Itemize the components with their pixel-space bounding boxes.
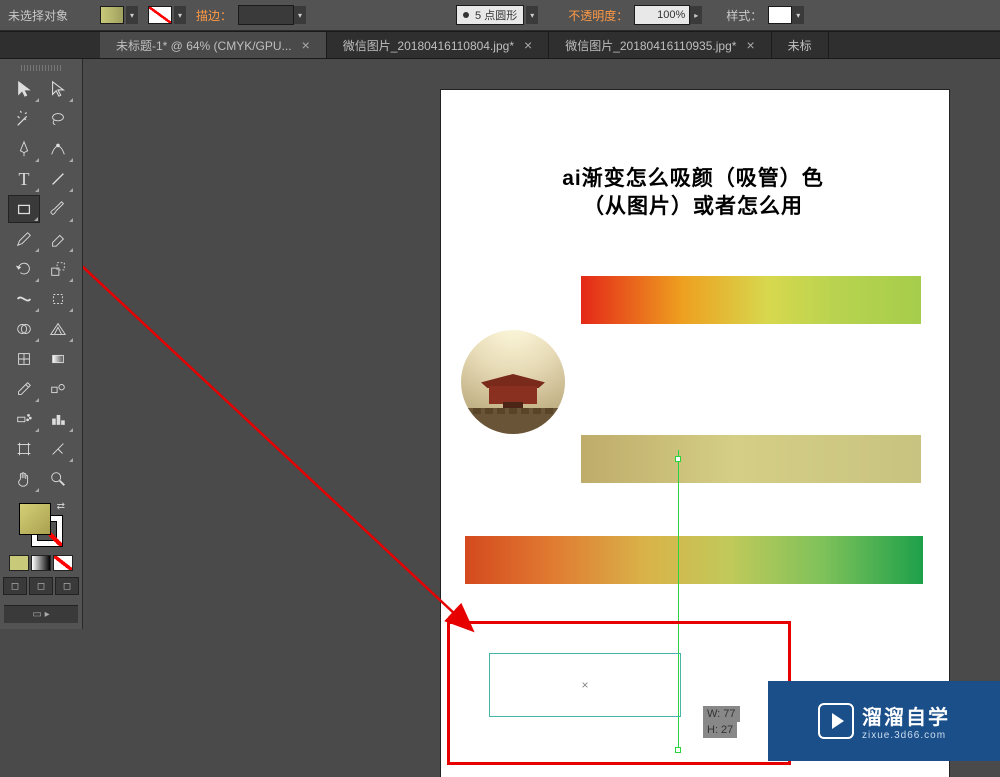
dimension-tooltip-h: H: 27 bbox=[703, 722, 737, 738]
gradient-bar-3 bbox=[465, 536, 923, 584]
artboard: ai渐变怎么吸颜（吸管）色 （从图片）或者怎么用 × W: 77 H: 27 bbox=[441, 90, 949, 777]
hand-tool[interactable] bbox=[8, 465, 40, 493]
artboard-title-2: （从图片）或者怎么用 bbox=[473, 190, 913, 220]
direct-selection-tool[interactable] bbox=[42, 75, 74, 103]
selection-tool[interactable] bbox=[8, 75, 40, 103]
brush-profile[interactable]: 5 点圆形 bbox=[456, 5, 524, 25]
type-tool[interactable]: T bbox=[8, 165, 40, 193]
stroke-label: 描边： bbox=[196, 7, 232, 24]
fill-color-big[interactable] bbox=[19, 503, 51, 535]
watermark-logo: 溜溜自学 zixue.3d66.com bbox=[768, 681, 1000, 761]
style-swatch[interactable] bbox=[768, 6, 792, 24]
stroke-weight-dropdown[interactable]: ▾ bbox=[294, 6, 306, 24]
sample-image-circle bbox=[461, 330, 565, 434]
pen-tool[interactable] bbox=[8, 135, 40, 163]
gradient-tool[interactable] bbox=[42, 345, 74, 373]
draw-normal[interactable]: ◻ bbox=[3, 577, 27, 595]
close-icon[interactable]: × bbox=[302, 37, 310, 53]
canvas-area[interactable]: ai渐变怎么吸颜（吸管）色 （从图片）或者怎么用 × W: 77 H: 27 bbox=[83, 59, 1000, 777]
line-segment-tool[interactable] bbox=[42, 165, 74, 193]
lasso-tool[interactable] bbox=[42, 105, 74, 133]
gradient-bar-2 bbox=[581, 435, 921, 483]
rectangle-tool[interactable] bbox=[8, 195, 40, 223]
watermark-url: zixue.3d66.com bbox=[862, 730, 950, 741]
scale-tool[interactable] bbox=[42, 255, 74, 283]
draw-inside[interactable]: ◻ bbox=[55, 577, 79, 595]
opacity-input[interactable]: 100% bbox=[634, 5, 690, 25]
eyedropper-tool[interactable] bbox=[8, 375, 40, 403]
doc-tab-label: 未标 bbox=[788, 37, 812, 54]
blend-tool[interactable] bbox=[42, 375, 74, 403]
slice-tool[interactable] bbox=[42, 435, 74, 463]
guide-handle bbox=[675, 456, 681, 462]
width-tool[interactable] bbox=[8, 285, 40, 313]
gradient-bar-1 bbox=[581, 276, 921, 324]
dimension-tooltip-w: W: 77 bbox=[703, 706, 740, 722]
opacity-dropdown[interactable]: ▸ bbox=[690, 6, 702, 24]
swap-fill-stroke-icon[interactable]: ⇄ bbox=[57, 501, 65, 512]
stroke-weight-input[interactable] bbox=[238, 5, 294, 25]
guide-handle bbox=[675, 747, 681, 753]
play-icon bbox=[818, 703, 854, 739]
screen-mode-row: ◻ ◻ ◻ bbox=[3, 577, 79, 595]
stroke-dropdown[interactable]: ▾ bbox=[174, 6, 186, 24]
artboard-tool[interactable] bbox=[8, 435, 40, 463]
doc-tab-1[interactable]: 未标题-1* @ 64% (CMYK/GPU... × bbox=[100, 32, 327, 58]
pencil-tool[interactable] bbox=[8, 225, 40, 253]
fill-stroke-indicator[interactable]: ⇄ bbox=[19, 503, 63, 547]
doc-tab-3[interactable]: 微信图片_20180416110935.jpg* × bbox=[549, 32, 771, 58]
style-dropdown[interactable]: ▾ bbox=[792, 6, 804, 24]
color-mode-none[interactable] bbox=[53, 555, 73, 571]
tools-panel: T ⇄ bbox=[0, 59, 83, 629]
color-mode-row bbox=[9, 555, 73, 571]
fill-swatch[interactable] bbox=[100, 6, 124, 24]
zoom-tool[interactable] bbox=[42, 465, 74, 493]
magic-wand-tool[interactable] bbox=[8, 105, 40, 133]
screen-mode-button[interactable]: ▭ ▸ bbox=[4, 605, 78, 623]
fill-dropdown[interactable]: ▾ bbox=[126, 6, 138, 24]
doc-tab-label: 微信图片_20180416110804.jpg* bbox=[343, 37, 514, 54]
color-mode-solid[interactable] bbox=[9, 555, 29, 571]
opacity-label: 不透明度： bbox=[568, 7, 628, 24]
profile-dot-icon bbox=[463, 12, 469, 18]
eraser-tool[interactable] bbox=[42, 225, 74, 253]
no-selection-label: 未选择对象 bbox=[8, 7, 68, 24]
close-icon[interactable]: × bbox=[524, 37, 532, 53]
stroke-swatch[interactable] bbox=[148, 6, 172, 24]
doc-tab-4[interactable]: 未标 bbox=[772, 32, 829, 58]
perspective-grid-tool[interactable] bbox=[42, 315, 74, 343]
brush-profile-label: 5 点圆形 bbox=[475, 7, 517, 23]
drawing-rectangle: × bbox=[489, 653, 681, 717]
control-bar: 未选择对象 ▾ ▾ 描边： ▾ 5 点圆形 ▾ 不透明度： 100% ▸ 样式：… bbox=[0, 0, 1000, 31]
watermark-title: 溜溜自学 bbox=[862, 701, 950, 730]
doc-tab-2[interactable]: 微信图片_20180416110804.jpg* × bbox=[327, 32, 549, 58]
mesh-tool[interactable] bbox=[8, 345, 40, 373]
doc-tab-label: 微信图片_20180416110935.jpg* bbox=[565, 37, 736, 54]
doc-tab-label: 未标题-1* @ 64% (CMYK/GPU... bbox=[116, 37, 292, 54]
draw-behind[interactable]: ◻ bbox=[29, 577, 53, 595]
rotate-tool[interactable] bbox=[8, 255, 40, 283]
panel-grip[interactable] bbox=[21, 65, 61, 71]
free-transform-tool[interactable] bbox=[42, 285, 74, 313]
column-graph-tool[interactable] bbox=[42, 405, 74, 433]
center-mark-icon: × bbox=[581, 678, 588, 692]
shape-builder-tool[interactable] bbox=[8, 315, 40, 343]
curvature-tool[interactable] bbox=[42, 135, 74, 163]
document-tabs: 未标题-1* @ 64% (CMYK/GPU... × 微信图片_2018041… bbox=[0, 31, 1000, 59]
brush-dropdown[interactable]: ▾ bbox=[526, 6, 538, 24]
close-icon[interactable]: × bbox=[746, 37, 754, 53]
symbol-sprayer-tool[interactable] bbox=[8, 405, 40, 433]
color-mode-gradient[interactable] bbox=[31, 555, 51, 571]
artboard-title-1: ai渐变怎么吸颜（吸管）色 bbox=[473, 162, 913, 192]
style-label: 样式： bbox=[726, 7, 762, 24]
paintbrush-tool[interactable] bbox=[42, 195, 74, 223]
